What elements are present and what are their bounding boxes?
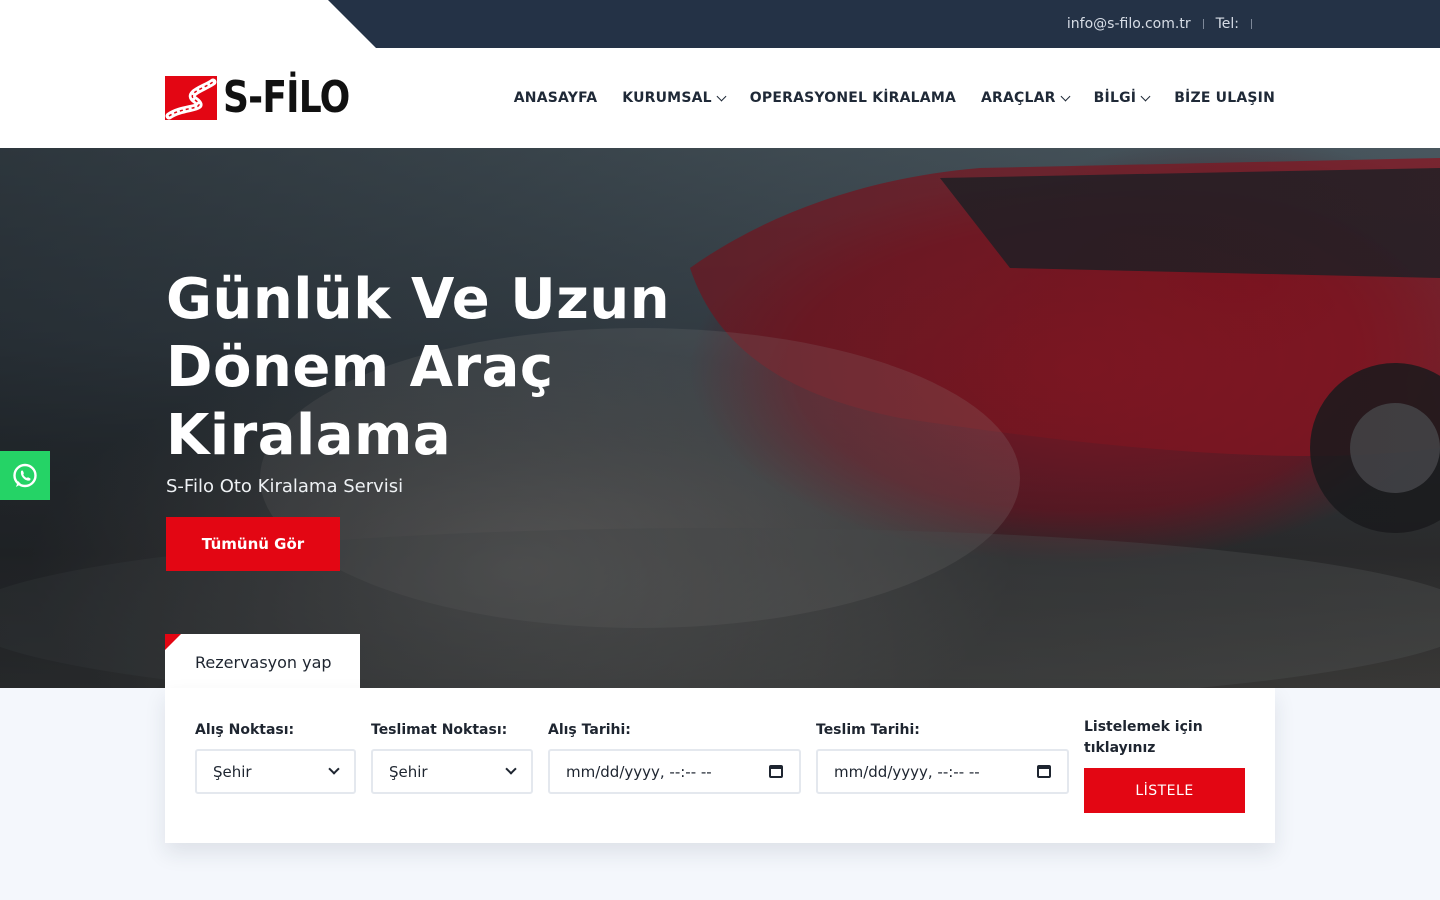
- chevron-down-icon: [1060, 91, 1071, 101]
- nav-anasayfa[interactable]: ANASAYFA: [514, 90, 598, 106]
- calendar-icon[interactable]: [769, 765, 783, 778]
- chevron-down-icon: [328, 763, 340, 775]
- hero-title: Günlük Ve Uzun Dönem Araç Kiralama: [166, 267, 671, 468]
- brand-name: S-FİLO: [223, 72, 350, 123]
- nav-label: KURUMSAL: [622, 90, 712, 106]
- nav-label: BİZE ULAŞIN: [1174, 90, 1275, 106]
- pickup-date-input[interactable]: mm/dd/yyyy, --:-- --: [548, 749, 801, 794]
- list-button[interactable]: LİSTELE: [1084, 768, 1245, 813]
- pickup-location-value: Şehir: [213, 762, 252, 781]
- return-date-input[interactable]: mm/dd/yyyy, --:-- --: [816, 749, 1069, 794]
- return-date-label: Teslim Tarihi:: [816, 722, 920, 738]
- booking-form: Alış Noktası: Şehir Teslimat Noktası: Şe…: [165, 688, 1275, 843]
- top-bar: info@s-filo.com.tr Tel:: [0, 0, 1440, 48]
- return-date-field: Teslim Tarihi: mm/dd/yyyy, --:-- --: [816, 721, 1069, 794]
- pickup-date-label: Alış Tarihi:: [548, 722, 631, 738]
- dropoff-location-field: Teslimat Noktası: Şehir: [371, 721, 533, 794]
- logo-road-icon: [165, 76, 217, 120]
- divider: [1202, 19, 1204, 29]
- nav-label: ARAÇLAR: [981, 90, 1056, 106]
- chevron-down-icon: [505, 763, 517, 775]
- nav-bize-ulasin[interactable]: BİZE ULAŞIN: [1174, 90, 1275, 106]
- contact-info: info@s-filo.com.tr Tel:: [1067, 0, 1264, 48]
- nav-araclar[interactable]: ARAÇLAR: [981, 90, 1071, 106]
- nav-label: BİLGİ: [1093, 90, 1137, 106]
- pickup-date-field: Alış Tarihi: mm/dd/yyyy, --:-- --: [548, 721, 801, 794]
- tab-label: Rezervasyon yap: [195, 652, 332, 672]
- email-link[interactable]: info@s-filo.com.tr: [1067, 16, 1191, 32]
- nav-label: OPERASYONEL KİRALAMA: [749, 90, 956, 106]
- dropoff-location-select[interactable]: Şehir: [371, 749, 533, 794]
- top-bar-dark-band: [328, 0, 1440, 48]
- list-hint: Listelemek için tıklayınız: [1084, 719, 1203, 756]
- view-all-button[interactable]: Tümünü Gör: [166, 517, 340, 571]
- nav-kurumsal[interactable]: KURUMSAL: [622, 90, 727, 106]
- corner-accent: [165, 634, 181, 650]
- pickup-date-placeholder: mm/dd/yyyy, --:-- --: [566, 762, 712, 781]
- dropoff-location-label: Teslimat Noktası:: [371, 722, 508, 738]
- calendar-icon[interactable]: [1037, 765, 1051, 778]
- tel-label[interactable]: Tel:: [1216, 16, 1239, 32]
- chevron-down-icon: [1140, 91, 1151, 101]
- divider: [1251, 19, 1252, 29]
- logo[interactable]: S-FİLO: [165, 75, 377, 121]
- tab-reservation[interactable]: Rezervasyon yap: [165, 634, 360, 690]
- nav-bilgi[interactable]: BİLGİ: [1093, 90, 1151, 106]
- whatsapp-button[interactable]: [0, 451, 50, 500]
- pickup-location-select[interactable]: Şehir: [195, 749, 356, 794]
- main-nav: ANASAYFA KURUMSAL OPERASYONEL KİRALAMA A…: [514, 48, 1275, 148]
- dropoff-location-value: Şehir: [389, 762, 428, 781]
- hero-subtitle: S-Filo Oto Kiralama Servisi: [166, 476, 404, 497]
- whatsapp-icon: [13, 463, 37, 487]
- return-date-placeholder: mm/dd/yyyy, --:-- --: [834, 762, 980, 781]
- hero-banner: Günlük Ve Uzun Dönem Araç Kiralama S-Fil…: [0, 148, 1440, 688]
- chevron-down-icon: [716, 91, 727, 101]
- nav-operasyonel-kiralama[interactable]: OPERASYONEL KİRALAMA: [750, 90, 956, 106]
- nav-label: ANASAYFA: [513, 90, 598, 106]
- pickup-location-field: Alış Noktası: Şehir: [195, 721, 356, 794]
- pickup-location-label: Alış Noktası:: [195, 722, 295, 738]
- site-header: S-FİLO ANASAYFA KURUMSAL OPERASYONEL KİR…: [0, 48, 1440, 148]
